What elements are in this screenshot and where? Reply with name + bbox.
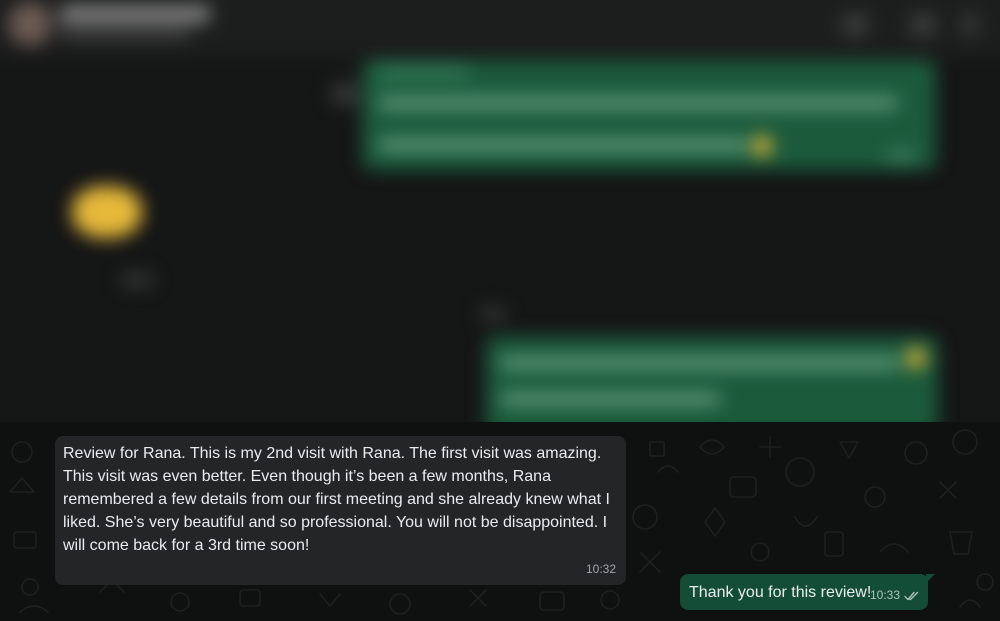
blurred-conversation-area xyxy=(0,0,1000,422)
blur-overlay xyxy=(0,0,1000,422)
blurred-text xyxy=(378,140,748,150)
forward-icon[interactable] xyxy=(332,84,358,104)
double-check-icon xyxy=(904,591,919,600)
video-call-icon[interactable] xyxy=(842,14,868,36)
blurred-outgoing-message xyxy=(362,60,936,170)
message-meta: 10:33 xyxy=(870,584,920,607)
search-icon[interactable] xyxy=(910,14,936,36)
menu-icon[interactable] xyxy=(962,14,978,36)
message-text: Review for Rana. This is my 2nd visit wi… xyxy=(63,445,610,554)
chat-window: Review for Rana. This is my 2nd visit wi… xyxy=(0,0,1000,621)
message-time: 10:33 xyxy=(869,588,900,602)
outgoing-message[interactable]: Thank you for this review! 10:33 xyxy=(680,574,928,610)
sticker-icon xyxy=(72,186,142,238)
blurred-time xyxy=(120,274,154,286)
contact-name xyxy=(60,6,210,22)
avatar[interactable] xyxy=(8,2,52,46)
blurred-text xyxy=(378,68,468,76)
incoming-message[interactable]: Review for Rana. This is my 2nd visit wi… xyxy=(55,436,626,585)
emoji-icon xyxy=(752,136,772,156)
blurred-label xyxy=(480,308,506,320)
chat-message-area[interactable]: Review for Rana. This is my 2nd visit wi… xyxy=(0,422,1000,621)
message-time: 10:32 xyxy=(585,562,616,576)
blurred-time xyxy=(886,152,916,160)
emoji-icon xyxy=(906,348,926,368)
contact-status xyxy=(60,28,190,38)
blurred-outgoing-message xyxy=(486,336,938,422)
blurred-text xyxy=(500,394,720,404)
blurred-text xyxy=(500,358,900,368)
blurred-text xyxy=(378,98,898,108)
